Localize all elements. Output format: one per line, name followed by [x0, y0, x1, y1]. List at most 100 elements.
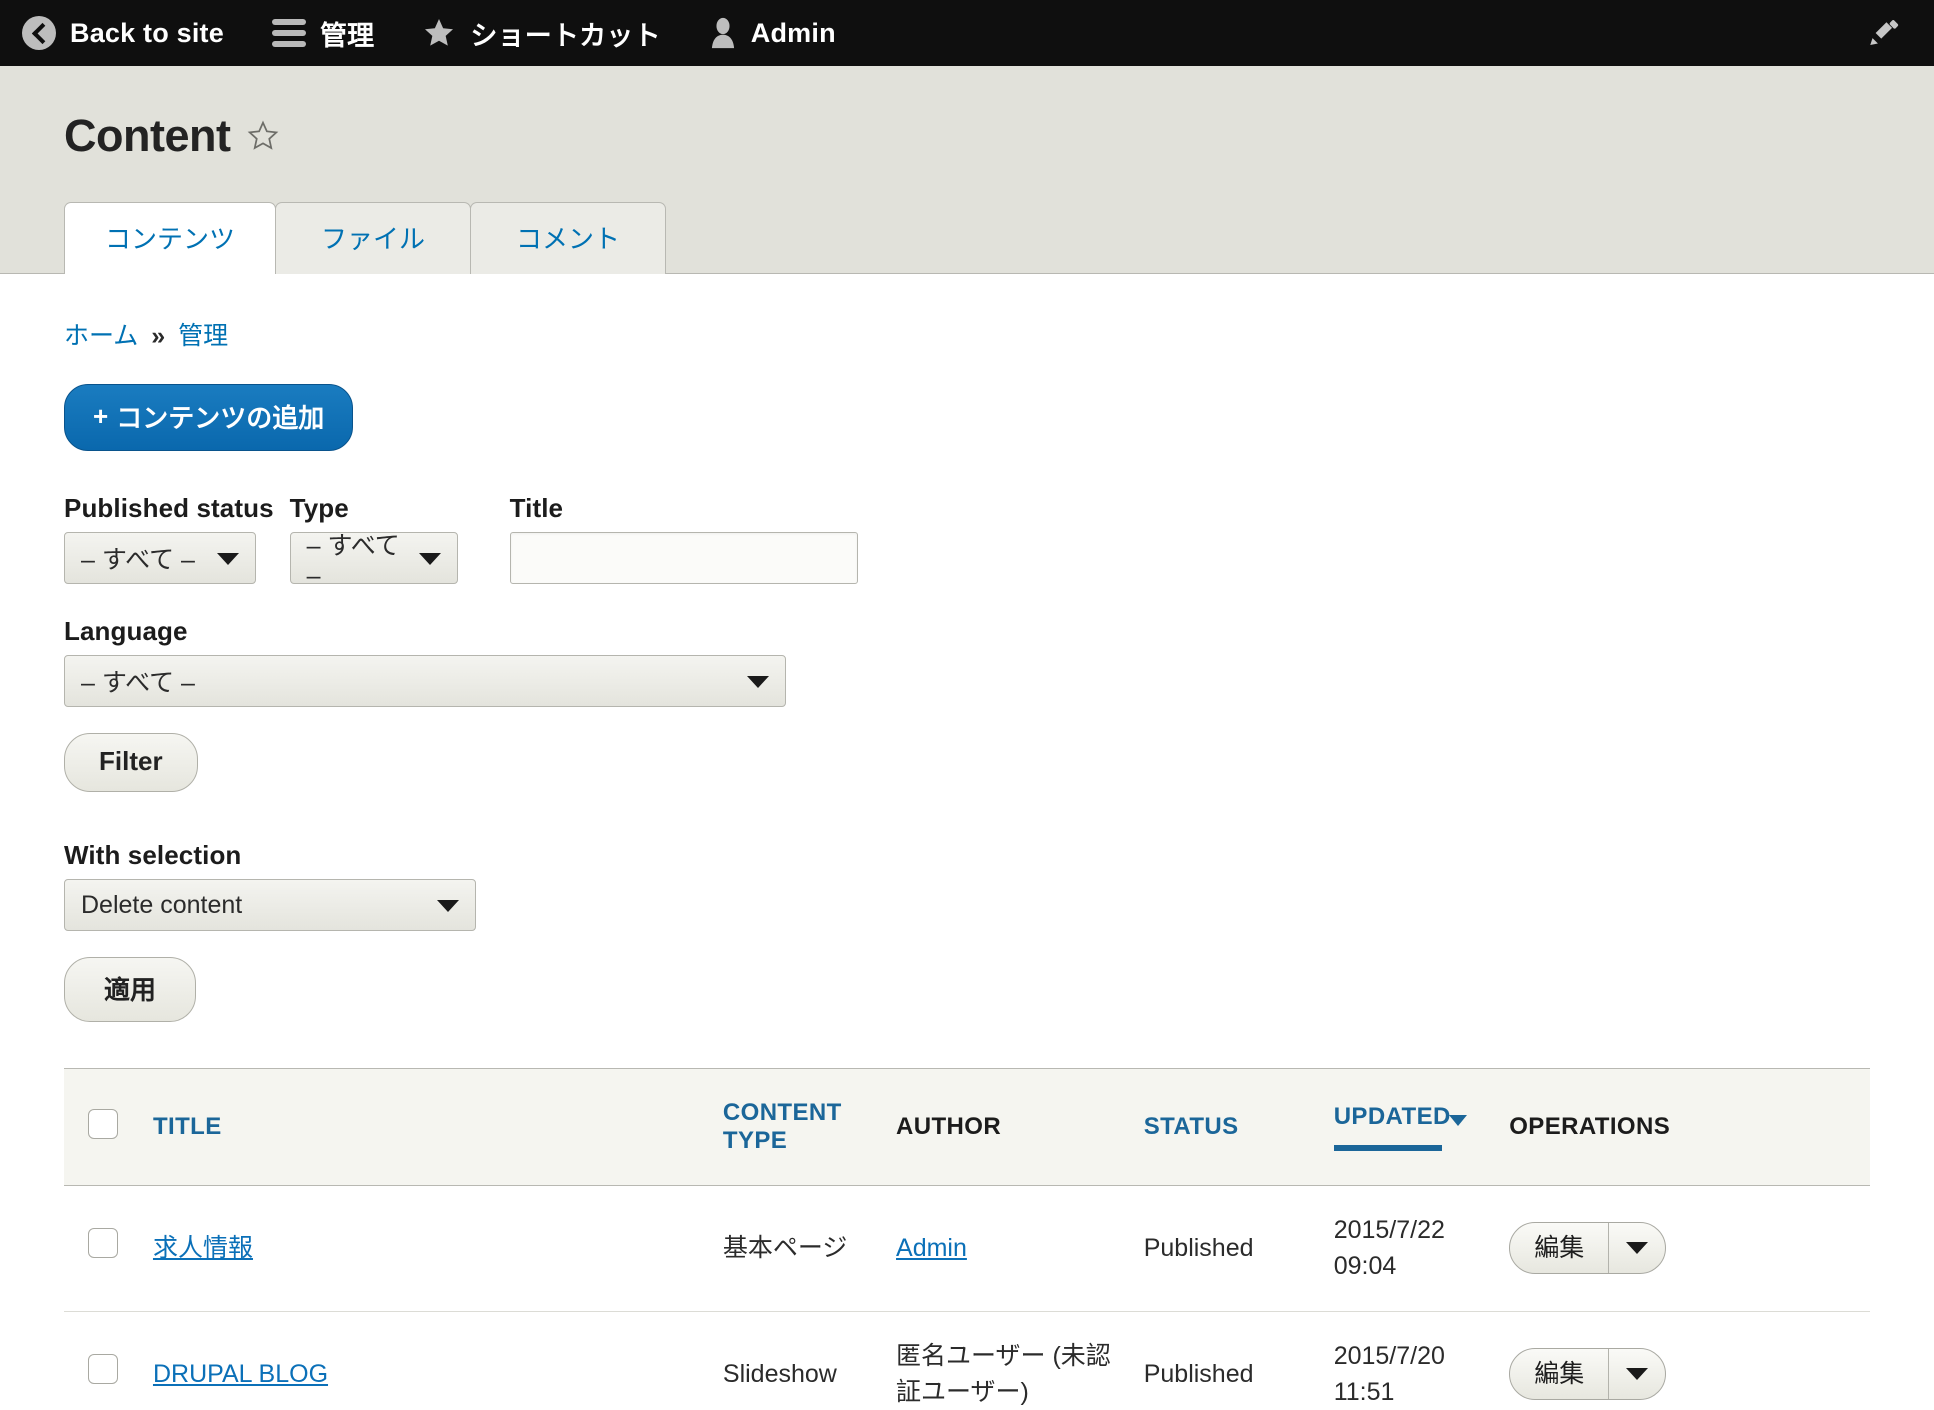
- published-status-label: Published status: [64, 493, 274, 523]
- primary-tabs: コンテンツ ファイル コメント: [0, 162, 1934, 276]
- dropbutton-toggle[interactable]: [1609, 1223, 1665, 1273]
- select-all-header: [64, 1068, 153, 1186]
- row-author: 匿名ユーザー (未認証ユーザー): [896, 1311, 1144, 1410]
- chevron-down-icon: [1626, 1367, 1649, 1380]
- edit-dropbutton[interactable]: 編集: [1509, 1347, 1667, 1400]
- field-published-status: Published status – すべて –: [64, 493, 274, 584]
- edit-button-label[interactable]: 編集: [1510, 1348, 1610, 1399]
- toolbar-item-shortcuts[interactable]: ショートカット: [422, 14, 682, 53]
- chevron-down-icon: [1626, 1242, 1649, 1255]
- field-language: Language – すべて –: [64, 616, 1870, 707]
- language-select[interactable]: – すべて –: [64, 655, 786, 707]
- with-selection-label: With selection: [64, 840, 242, 870]
- plus-icon: +: [93, 401, 109, 431]
- row-title-cell: 求人情報: [152, 1185, 723, 1312]
- table-body: 求人情報 基本ページ Admin Published 2015/7/22 09:…: [64, 1185, 1870, 1410]
- apply-button[interactable]: 適用: [64, 957, 196, 1022]
- back-arrow-icon: [22, 16, 56, 50]
- tab-label: コンテンツ: [105, 224, 236, 254]
- row-select-cell: [64, 1311, 153, 1410]
- toolbar-item-label: 管理: [319, 20, 375, 51]
- sort-descending-icon: [1448, 1115, 1467, 1126]
- page-title-row: Content: [0, 110, 1934, 162]
- table-row: DRUPAL BLOG Slideshow 匿名ユーザー (未認証ユーザー) P…: [64, 1311, 1870, 1410]
- header-updated[interactable]: UPDATED: [1333, 1068, 1510, 1186]
- table-head: TITLE CONTENT TYPE AUTHOR STATUS UPDATED…: [64, 1068, 1870, 1186]
- filter-button[interactable]: Filter: [64, 733, 198, 792]
- chevron-down-icon: [437, 900, 459, 912]
- row-updated: 2015/7/20 11:51: [1333, 1311, 1510, 1410]
- row-author-cell: Admin: [896, 1185, 1144, 1312]
- chevron-down-icon: [418, 553, 441, 565]
- toolbar-item-back-to-site[interactable]: Back to site: [22, 16, 246, 50]
- bulk-action-select[interactable]: Delete content: [64, 879, 476, 931]
- row-content-type: Slideshow: [722, 1311, 897, 1410]
- table-header-row: TITLE CONTENT TYPE AUTHOR STATUS UPDATED…: [64, 1068, 1870, 1186]
- select-all-checkbox[interactable]: [88, 1108, 118, 1139]
- row-title-cell: DRUPAL BLOG: [152, 1311, 723, 1410]
- type-value: – すべて –: [306, 531, 400, 590]
- header-author: AUTHOR: [896, 1068, 1144, 1186]
- header-title[interactable]: TITLE: [152, 1068, 723, 1186]
- language-label: Language: [64, 616, 188, 646]
- toolbar-item-admin-user[interactable]: Admin: [709, 16, 858, 50]
- row-operations-cell: 編集: [1509, 1185, 1870, 1312]
- row-author-link[interactable]: Admin: [896, 1234, 967, 1262]
- chevron-down-icon: [747, 676, 769, 688]
- row-content-type: 基本ページ: [722, 1185, 897, 1312]
- pencil-icon[interactable]: [1866, 16, 1900, 50]
- breadcrumb-separator: »: [151, 322, 166, 350]
- breadcrumb-home[interactable]: ホーム: [64, 322, 138, 350]
- main-content: ホーム » 管理 + コンテンツの追加 Published status – す…: [0, 274, 1934, 1410]
- add-content-label: コンテンツの追加: [116, 403, 325, 433]
- user-icon: [709, 16, 737, 50]
- filter-row-primary: Published status – すべて – Type – すべて – Ti…: [64, 493, 1870, 590]
- row-status: Published: [1143, 1185, 1334, 1312]
- add-content-button[interactable]: + コンテンツの追加: [64, 384, 354, 451]
- sort-indicator-bar: [1333, 1145, 1442, 1151]
- row-updated: 2015/7/22 09:04: [1333, 1185, 1510, 1312]
- type-label: Type: [289, 493, 349, 523]
- tab-files[interactable]: ファイル: [275, 202, 472, 274]
- page-head-band: Content コンテンツ ファイル コメント: [0, 66, 1934, 276]
- toolbar-item-label: Back to site: [70, 17, 224, 48]
- tab-comments[interactable]: コメント: [470, 202, 667, 274]
- title-input[interactable]: [509, 532, 858, 584]
- header-content-type[interactable]: CONTENT TYPE: [722, 1068, 897, 1186]
- row-title-link[interactable]: DRUPAL BLOG: [153, 1360, 328, 1388]
- row-checkbox[interactable]: [88, 1228, 118, 1259]
- tab-content[interactable]: コンテンツ: [64, 202, 277, 276]
- chevron-down-icon: [217, 553, 239, 565]
- field-title: Title: [509, 493, 858, 584]
- breadcrumb-current[interactable]: 管理: [178, 322, 228, 350]
- edit-button-label[interactable]: 編集: [1510, 1223, 1610, 1274]
- type-select[interactable]: – すべて –: [289, 532, 458, 590]
- field-type: Type – すべて –: [289, 493, 458, 590]
- row-checkbox[interactable]: [88, 1353, 118, 1384]
- title-label: Title: [509, 493, 564, 523]
- row-operations-cell: 編集: [1509, 1311, 1870, 1410]
- header-operations: OPERATIONS: [1509, 1068, 1870, 1186]
- published-status-select[interactable]: – すべて –: [64, 532, 256, 584]
- row-title-link[interactable]: 求人情報: [153, 1234, 253, 1262]
- tab-label: コメント: [516, 224, 621, 254]
- toolbar-item-label: Admin: [750, 17, 836, 48]
- row-status: Published: [1143, 1311, 1334, 1410]
- field-with-selection: With selection Delete content: [64, 840, 1870, 931]
- star-icon: [422, 17, 456, 49]
- table-row: 求人情報 基本ページ Admin Published 2015/7/22 09:…: [64, 1185, 1870, 1312]
- hamburger-menu-icon: [271, 19, 306, 47]
- header-updated-label: UPDATED: [1333, 1103, 1451, 1130]
- edit-dropbutton[interactable]: 編集: [1509, 1222, 1667, 1275]
- dropbutton-toggle[interactable]: [1609, 1349, 1665, 1399]
- published-status-value: – すべて –: [81, 546, 195, 574]
- row-select-cell: [64, 1185, 153, 1312]
- bulk-action-value: Delete content: [81, 890, 243, 919]
- toolbar-item-manage[interactable]: 管理: [271, 14, 396, 53]
- star-outline-icon[interactable]: [246, 120, 280, 152]
- breadcrumb: ホーム » 管理: [64, 274, 1870, 352]
- toolbar-item-label: ショートカット: [470, 20, 661, 51]
- admin-toolbar: Back to site 管理 ショートカット Admin: [0, 0, 1934, 66]
- header-status[interactable]: STATUS: [1143, 1068, 1334, 1186]
- page-title: Content: [64, 110, 231, 161]
